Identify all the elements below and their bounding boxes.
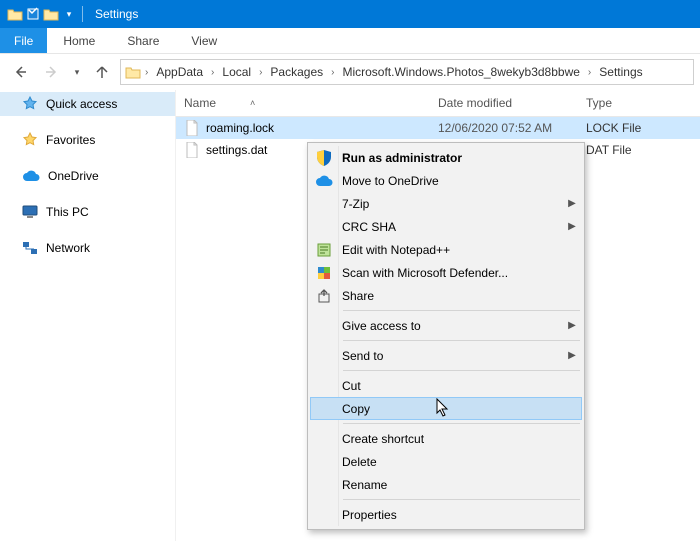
star-icon: [22, 132, 38, 148]
sidebar-item-label: Network: [46, 241, 90, 255]
submenu-arrow-icon: ▶: [562, 198, 582, 209]
ctx-share[interactable]: Share: [310, 284, 582, 307]
ribbon: File Home Share View: [0, 28, 700, 54]
file-type: DAT File: [578, 143, 700, 157]
file-name: roaming.lock: [206, 121, 274, 135]
monitor-icon: [22, 205, 38, 219]
tab-home[interactable]: Home: [47, 28, 111, 53]
ctx-run-as-admin[interactable]: Run as administrator: [310, 146, 582, 169]
qat-new-folder-icon[interactable]: [42, 5, 60, 23]
sidebar-item-label: Quick access: [46, 97, 117, 111]
cloud-icon: [310, 175, 338, 187]
file-row[interactable]: roaming.lock 12/06/2020 07:52 AM LOCK Fi…: [176, 117, 700, 139]
ctx-7zip[interactable]: 7-Zip ▶: [310, 192, 582, 215]
nav-forward-button[interactable]: [38, 58, 66, 86]
star-icon: [22, 96, 38, 112]
file-name: settings.dat: [206, 143, 267, 157]
tab-file[interactable]: File: [0, 28, 47, 53]
column-header-name[interactable]: Name˄: [176, 96, 430, 110]
sidebar-item-label: OneDrive: [48, 169, 99, 183]
quick-access-toolbar: ▾: [0, 5, 87, 23]
address-folder-icon: [125, 65, 141, 79]
submenu-arrow-icon: ▶: [562, 320, 582, 331]
notepadpp-icon: [310, 243, 338, 257]
sidebar-item-onedrive[interactable]: OneDrive: [0, 164, 175, 188]
navigation-bar: ▾ › AppData › Local › Packages › Microso…: [0, 54, 700, 90]
sort-indicator-icon: ˄: [250, 98, 255, 108]
breadcrumb[interactable]: Packages: [266, 65, 327, 79]
ctx-scan-defender[interactable]: Scan with Microsoft Defender...: [310, 261, 582, 284]
file-type: LOCK File: [578, 121, 700, 135]
ctx-properties[interactable]: Properties: [310, 503, 582, 526]
network-icon: [22, 241, 38, 255]
column-header-type[interactable]: Type: [578, 96, 700, 110]
chevron-right-icon[interactable]: ›: [586, 67, 593, 78]
cloud-icon: [22, 170, 40, 182]
chevron-right-icon[interactable]: ›: [209, 67, 216, 78]
separator: [343, 370, 580, 371]
chevron-right-icon[interactable]: ›: [329, 67, 336, 78]
nav-back-button[interactable]: [6, 58, 34, 86]
title-bar: ▾ Settings: [0, 0, 700, 28]
separator: [343, 310, 580, 311]
separator: [343, 340, 580, 341]
column-headers: Name˄ Date modified Type: [176, 90, 700, 117]
ctx-create-shortcut[interactable]: Create shortcut: [310, 427, 582, 450]
ctx-copy[interactable]: Copy: [310, 397, 582, 420]
separator: [343, 423, 580, 424]
sidebar-item-quick-access[interactable]: Quick access: [0, 92, 175, 116]
tab-view[interactable]: View: [175, 28, 233, 53]
ctx-delete[interactable]: Delete: [310, 450, 582, 473]
nav-up-button[interactable]: [88, 58, 116, 86]
window-title: Settings: [95, 7, 138, 21]
submenu-arrow-icon: ▶: [562, 221, 582, 232]
ctx-crc-sha[interactable]: CRC SHA ▶: [310, 215, 582, 238]
shield-icon: [310, 150, 338, 166]
sidebar-item-favorites[interactable]: Favorites: [0, 128, 175, 152]
ctx-move-to-onedrive[interactable]: Move to OneDrive: [310, 169, 582, 192]
ctx-edit-notepadpp[interactable]: Edit with Notepad++: [310, 238, 582, 261]
chevron-right-icon[interactable]: ›: [257, 67, 264, 78]
breadcrumb[interactable]: Settings: [595, 65, 646, 79]
nav-history-dropdown[interactable]: ▾: [70, 58, 84, 86]
breadcrumb[interactable]: Microsoft.Windows.Photos_8wekyb3d8bbwe: [338, 65, 583, 79]
context-menu: Run as administrator Move to OneDrive 7-…: [307, 142, 585, 530]
ctx-give-access-to[interactable]: Give access to ▶: [310, 314, 582, 337]
submenu-arrow-icon: ▶: [562, 350, 582, 361]
separator: [343, 499, 580, 500]
file-date: 12/06/2020 07:52 AM: [430, 121, 578, 135]
column-header-date[interactable]: Date modified: [430, 96, 578, 110]
sidebar-item-label: This PC: [46, 205, 89, 219]
navigation-pane: Quick access Favorites OneDrive This PC …: [0, 90, 176, 541]
folder-icon: [6, 5, 24, 23]
ctx-rename[interactable]: Rename: [310, 473, 582, 496]
breadcrumb[interactable]: AppData: [152, 65, 207, 79]
chevron-right-icon[interactable]: ›: [143, 67, 150, 78]
address-bar[interactable]: › AppData › Local › Packages › Microsoft…: [120, 59, 694, 85]
share-icon: [310, 289, 338, 303]
sidebar-item-label: Favorites: [46, 133, 95, 147]
breadcrumb[interactable]: Local: [218, 65, 255, 79]
file-icon: [184, 120, 200, 136]
sidebar-item-network[interactable]: Network: [0, 236, 175, 260]
ctx-cut[interactable]: Cut: [310, 374, 582, 397]
ctx-send-to[interactable]: Send to ▶: [310, 344, 582, 367]
qat-properties-icon[interactable]: [24, 5, 42, 23]
file-icon: [184, 142, 200, 158]
sidebar-item-this-pc[interactable]: This PC: [0, 200, 175, 224]
qat-dropdown-icon[interactable]: ▾: [60, 5, 78, 23]
tab-share[interactable]: Share: [111, 28, 175, 53]
defender-icon: [310, 266, 338, 280]
